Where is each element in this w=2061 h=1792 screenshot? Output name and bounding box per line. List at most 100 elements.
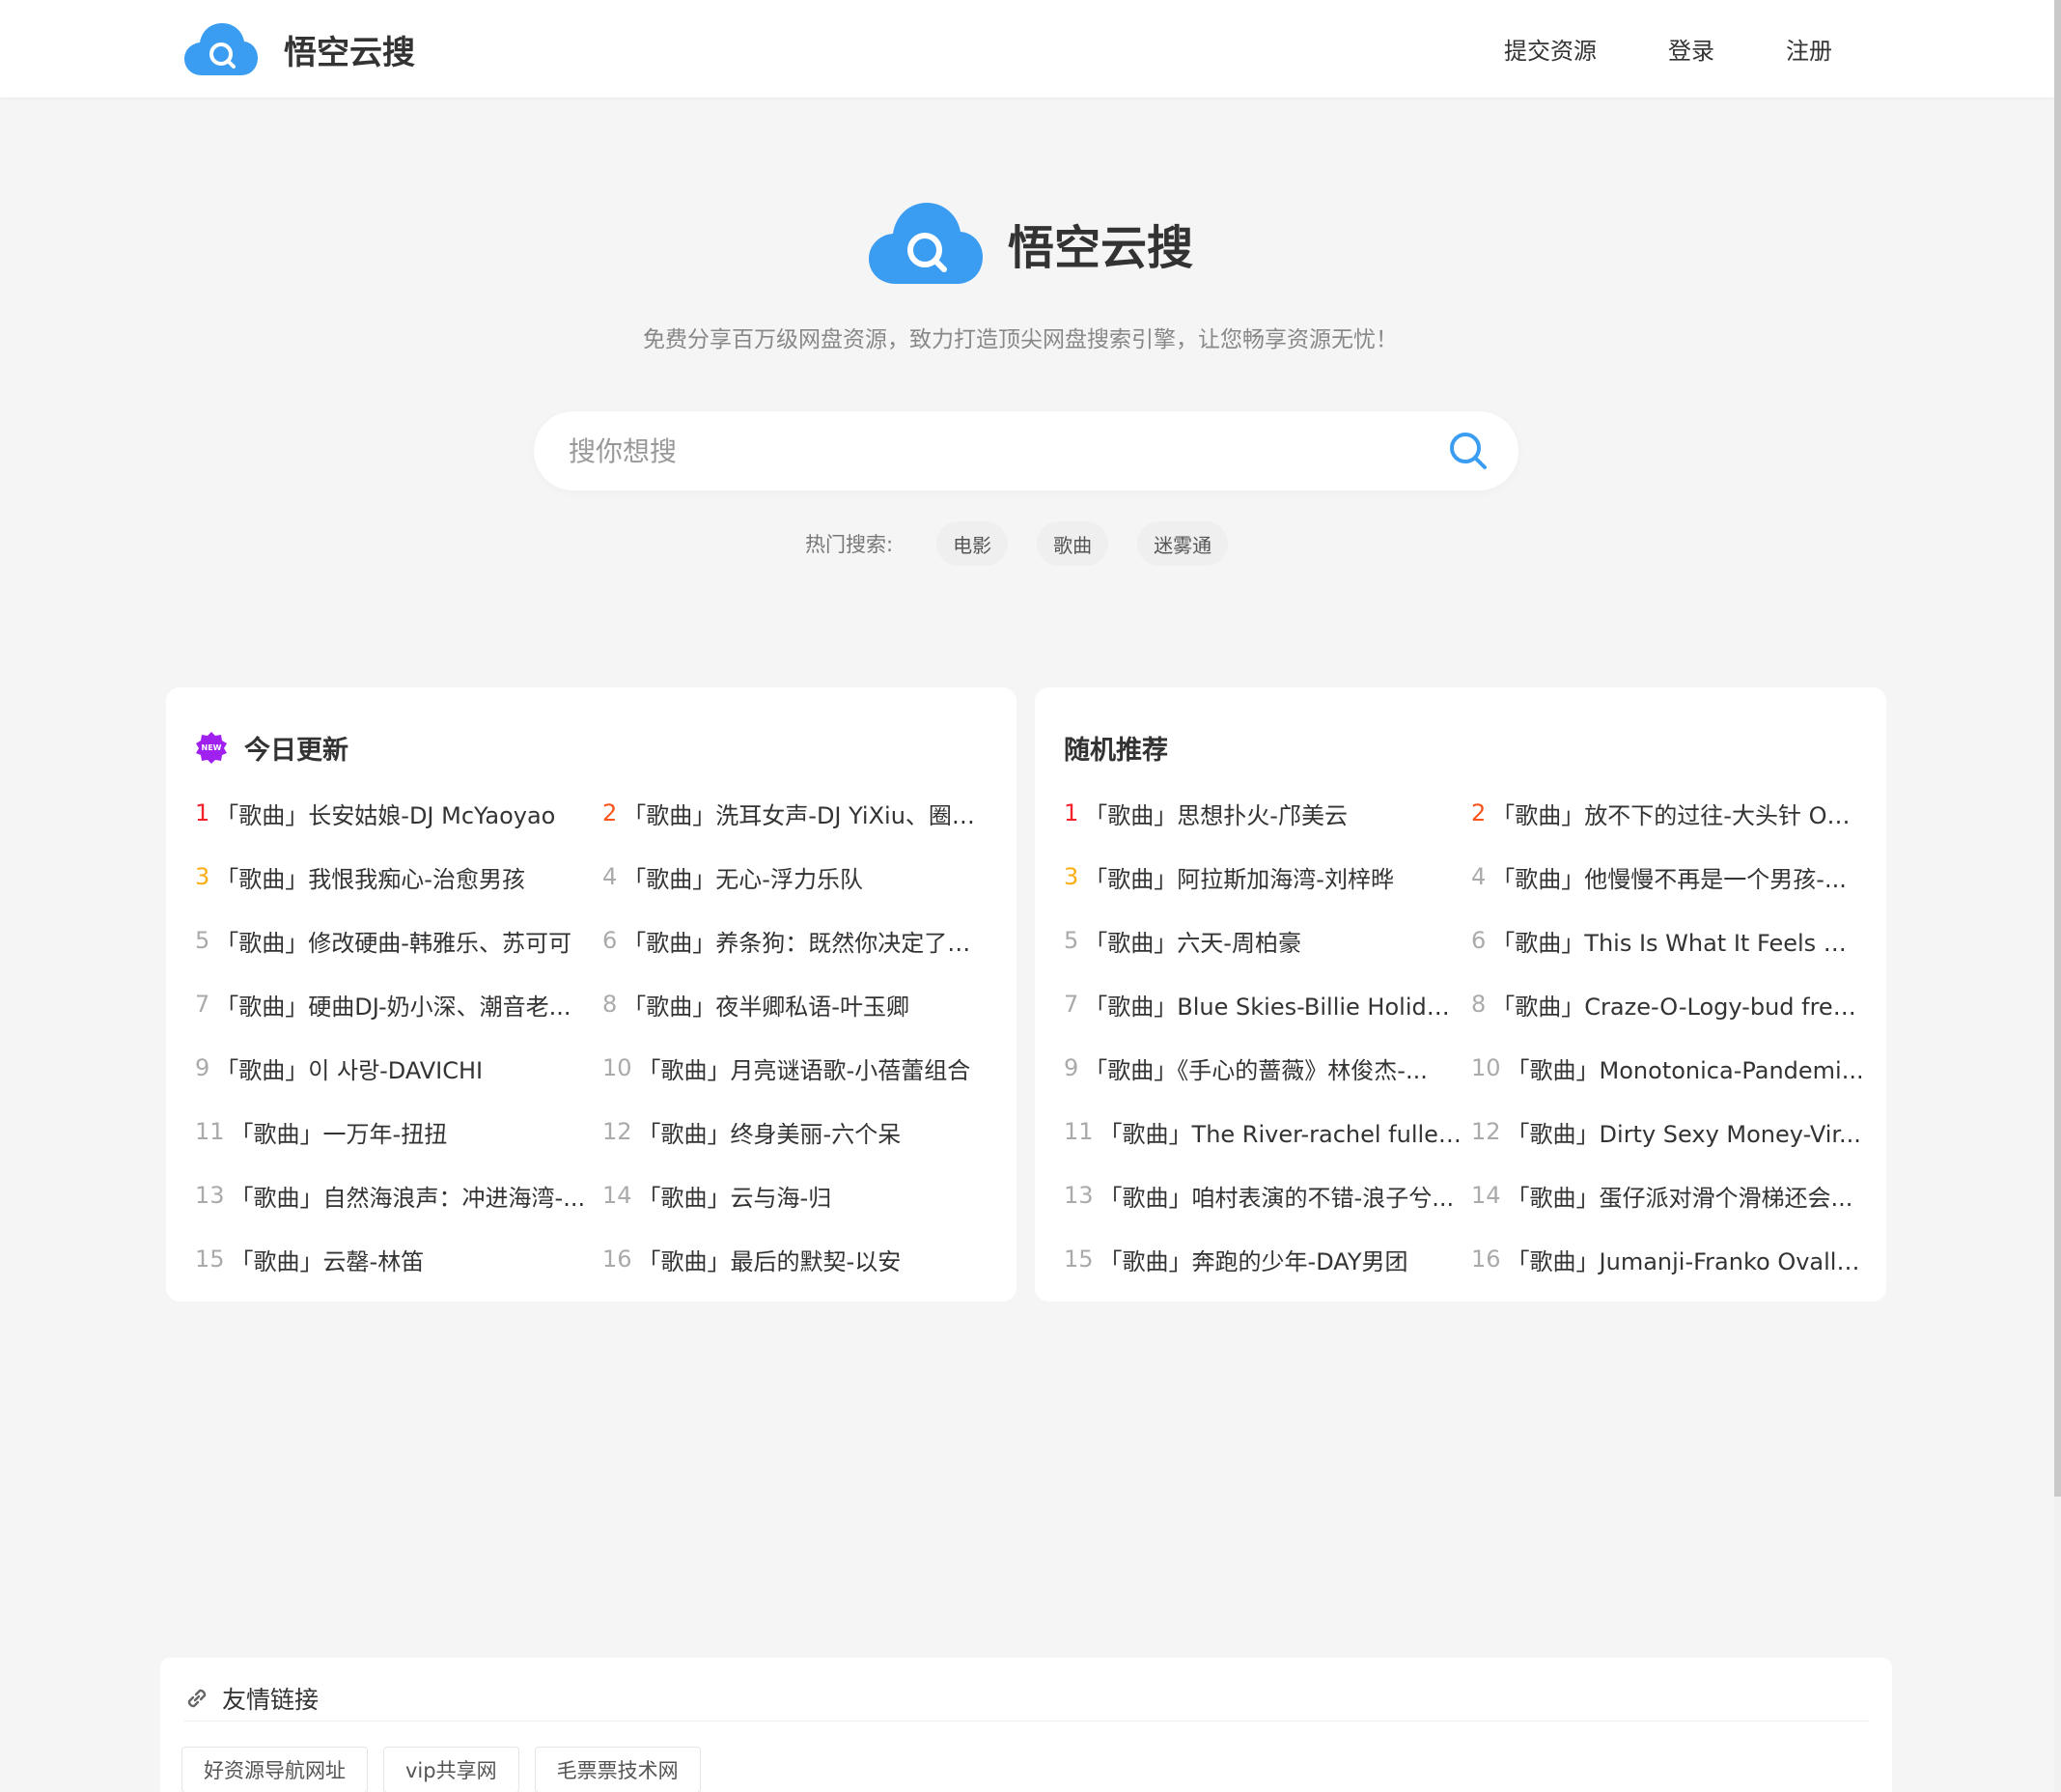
list-item[interactable]: 7 「歌曲」硬曲DJ-奶小深、潮音老... [195, 972, 602, 1036]
list-item[interactable]: 9 「歌曲」이 사랑-DAVICHI [195, 1036, 602, 1100]
header-logo[interactable]: 悟空云搜 [184, 19, 415, 79]
list-item-title: 「歌曲」无心-浮力乐队 [623, 865, 863, 893]
list-item[interactable]: 11 「歌曲」The River-rachel fuller... [1064, 1100, 1471, 1163]
list-item-title: 「歌曲」思想扑火-邝美云 [1084, 801, 1348, 829]
list-item-title: 「歌曲」이 사랑-DAVICHI [215, 1056, 484, 1084]
list-item-title: 「歌曲」养条狗：既然你决定了要... [623, 929, 990, 957]
list-item-title: 「歌曲」终身美丽-六个呆 [637, 1120, 902, 1148]
list-item-title: 「歌曲」咱村表演的不错-浪子兮... [1099, 1184, 1455, 1212]
list-item[interactable]: 10 「歌曲」月亮谜语歌-小蓓蕾组合 [602, 1036, 996, 1100]
list-item-title: 「歌曲」This Is What It Feels Lik... [1491, 929, 1859, 957]
search-input[interactable] [569, 411, 1418, 490]
nav-login[interactable]: 登录 [1668, 32, 1714, 66]
list-item-title: 「歌曲」最后的默契-以安 [637, 1247, 902, 1275]
list-item-title: 「歌曲」自然海浪声：冲进海湾-... [230, 1184, 586, 1212]
list-item-rank: 10 [602, 1054, 632, 1081]
list-item[interactable]: 6 「歌曲」This Is What It Feels Lik... [1471, 909, 1865, 972]
list-item[interactable]: 7 「歌曲」Blue Skies-Billie Holiday [1064, 972, 1471, 1036]
top-header: 悟空云搜 提交资源 登录 注册 [0, 0, 2054, 98]
list-item[interactable]: 8 「歌曲」Craze-O-Logy-bud free... [1471, 972, 1865, 1036]
search-icon[interactable] [1447, 430, 1490, 472]
friend-link-1[interactable]: 好资源导航网址 [181, 1747, 368, 1792]
list-item-rank: 5 [195, 927, 210, 954]
list-item-title: 「歌曲」《手心的蔷薇》林俊杰-... [1084, 1056, 1428, 1084]
hot-tag-song[interactable]: 歌曲 [1037, 521, 1109, 566]
list-item[interactable]: 14 「歌曲」云与海-归 [602, 1163, 996, 1227]
random-recommend-title: 随机推荐 [1064, 728, 1168, 767]
list-item-title: 「歌曲」六天-周柏豪 [1084, 929, 1301, 957]
list-item[interactable]: 1 「歌曲」长安姑娘-DJ McYaoyao [195, 781, 602, 845]
list-item-rank: 13 [195, 1182, 225, 1209]
nav-register[interactable]: 注册 [1786, 32, 1832, 66]
hero-logo-text: 悟空云搜 [1008, 221, 1194, 275]
page-scrollbar[interactable] [2054, 0, 2061, 1792]
list-item[interactable]: 13 「歌曲」自然海浪声：冲进海湾-... [195, 1163, 602, 1227]
list-item[interactable]: 2 「歌曲」放不下的过往-大头针 Off... [1471, 781, 1865, 845]
list-item[interactable]: 11 「歌曲」一万年-扭扭 [195, 1100, 602, 1163]
list-item-rank: 13 [1064, 1182, 1094, 1209]
list-item[interactable]: 6 「歌曲」养条狗：既然你决定了要... [602, 909, 996, 972]
list-item[interactable]: 15 「歌曲」云罄-林笛 [195, 1227, 602, 1291]
nav-submit-resource[interactable]: 提交资源 [1504, 32, 1597, 66]
list-item-rank: 9 [1064, 1054, 1079, 1081]
list-item[interactable]: 16 「歌曲」最后的默契-以安 [602, 1227, 996, 1291]
random-recommend-heading: 随机推荐 [1064, 735, 1168, 766]
list-item[interactable]: 10 「歌曲」Monotonica-Pandemi... [1471, 1036, 1865, 1100]
list-item-rank: 1 [195, 799, 210, 826]
list-item-title: 「歌曲」洗耳女声-DJ YiXiu、圈妹... [623, 801, 990, 829]
header-logo-text: 悟空云搜 [284, 33, 415, 72]
slogan: 免费分享百万级网盘资源，致力打造顶尖网盘搜索引擎，让您畅享资源无忧！ [643, 327, 1398, 352]
list-item[interactable]: 1 「歌曲」思想扑火-邝美云 [1064, 781, 1471, 845]
list-item[interactable]: 14 「歌曲」蛋仔派对滑个滑梯还会... [1471, 1163, 1865, 1227]
page-scrollbar-thumb[interactable] [2054, 0, 2061, 1497]
list-item-rank: 16 [1471, 1246, 1501, 1273]
today-updates-card: NEW 今日更新 1 「歌曲」长安姑娘-DJ McYaoyao 2 「歌曲」洗耳女声-… [166, 687, 1017, 1302]
list-item-rank: 11 [1064, 1118, 1094, 1145]
list-item[interactable]: 4 「歌曲」无心-浮力乐队 [602, 845, 996, 909]
list-item-title: 「歌曲」The River-rachel fuller... [1099, 1120, 1466, 1148]
list-item-rank: 11 [195, 1118, 225, 1145]
list-item[interactable]: 12 「歌曲」终身美丽-六个呆 [602, 1100, 996, 1163]
friend-link-3[interactable]: 毛票票技术网 [534, 1747, 701, 1792]
list-item[interactable]: 5 「歌曲」六天-周柏豪 [1064, 909, 1471, 972]
list-item-rank: 16 [602, 1246, 632, 1273]
list-item-rank: 2 [1471, 799, 1487, 826]
page: 悟空云搜 提交资源 登录 注册 悟空云搜 免费分享百万级网盘资源，致力打造顶尖网… [0, 0, 2061, 1792]
svg-text:NEW: NEW [202, 743, 222, 752]
friend-link-2[interactable]: vip共享网 [383, 1747, 519, 1792]
list-item-title: 「歌曲」阿拉斯加海湾-刘梓晔 [1084, 865, 1394, 893]
list-item-title: 「歌曲」奔跑的少年-DAY男团 [1099, 1247, 1408, 1275]
list-item[interactable]: 5 「歌曲」修改硬曲-韩雅乐、苏可可 [195, 909, 602, 972]
list-item-rank: 12 [602, 1118, 632, 1145]
list-item-rank: 15 [195, 1246, 225, 1273]
list-item[interactable]: 8 「歌曲」夜半卿私语-叶玉卿 [602, 972, 996, 1036]
link-icon [187, 1689, 207, 1707]
list-item-title: 「歌曲」硬曲DJ-奶小深、潮音老... [215, 993, 571, 1021]
list-item-rank: 14 [602, 1182, 632, 1209]
list-item[interactable]: 13 「歌曲」咱村表演的不错-浪子兮... [1064, 1163, 1471, 1227]
list-item[interactable]: 2 「歌曲」洗耳女声-DJ YiXiu、圈妹... [602, 781, 996, 845]
list-item-rank: 8 [602, 991, 618, 1018]
list-item-rank: 3 [195, 863, 210, 890]
list-item[interactable]: 16 「歌曲」Jumanji-Franko Ovalle... [1471, 1227, 1865, 1291]
list-item[interactable]: 9 「歌曲」《手心的蔷薇》林俊杰-... [1064, 1036, 1471, 1100]
today-updates-heading: 今日更新 [244, 735, 348, 766]
hot-searches: 热门搜索: 电影 歌曲 迷雾通 [805, 521, 1257, 566]
list-item-title: 「歌曲」我恨我痴心-治愈男孩 [215, 865, 525, 893]
list-item[interactable]: 4 「歌曲」他慢慢不再是一个男孩-... [1471, 845, 1865, 909]
list-item[interactable]: 3 「歌曲」阿拉斯加海湾-刘梓晔 [1064, 845, 1471, 909]
list-item-title: 「歌曲」月亮谜语歌-小蓓蕾组合 [637, 1056, 971, 1084]
list-item[interactable]: 15 「歌曲」奔跑的少年-DAY男团 [1064, 1227, 1471, 1291]
hot-tag-miwutong[interactable]: 迷雾通 [1137, 521, 1229, 566]
list-item-rank: 15 [1064, 1246, 1094, 1273]
list-item-rank: 1 [1064, 799, 1079, 826]
list-item[interactable]: 3 「歌曲」我恨我痴心-治愈男孩 [195, 845, 602, 909]
list-item-rank: 2 [602, 799, 618, 826]
search-bar [534, 411, 1518, 490]
friend-links-header: 友情链接 [183, 1681, 1869, 1722]
list-item[interactable]: 12 「歌曲」Dirty Sexy Money-Vir... [1471, 1100, 1865, 1163]
list-item-rank: 12 [1471, 1118, 1501, 1145]
list-item-title: 「歌曲」Craze-O-Logy-bud free... [1491, 993, 1859, 1021]
hot-tag-movie[interactable]: 电影 [936, 521, 1009, 566]
list-item-rank: 7 [195, 991, 210, 1018]
